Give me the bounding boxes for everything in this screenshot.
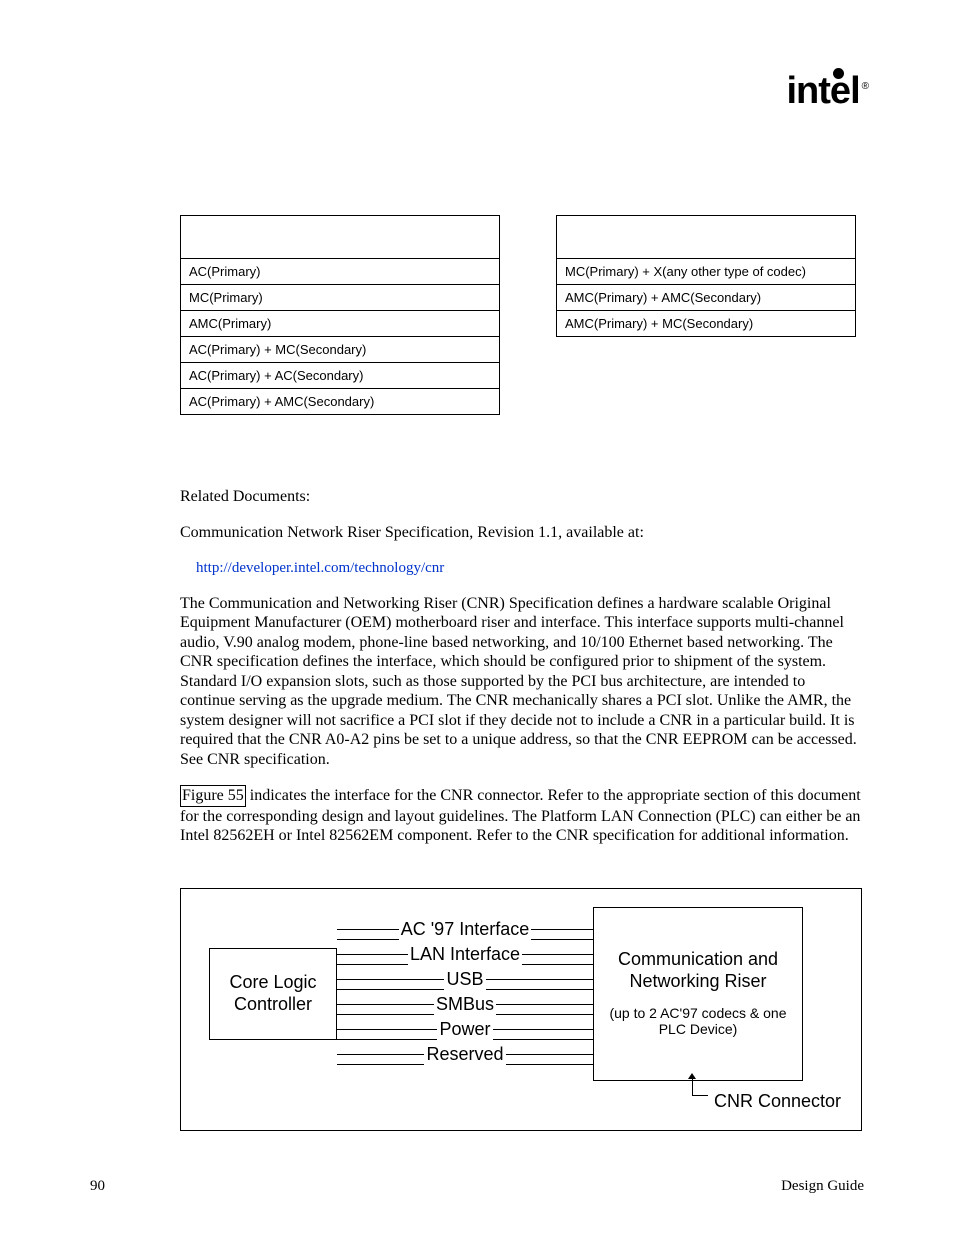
paragraph-2: Figure 55 indicates the interface for th… xyxy=(180,785,864,846)
core-logic-box: Core Logic Controller xyxy=(209,948,337,1040)
table-cell: AMC(Primary) xyxy=(181,311,500,337)
table-cell: MC(Primary) + X(any other type of codec) xyxy=(557,259,856,285)
port-label: USB xyxy=(444,969,485,990)
figure-reference-link[interactable]: Figure 55 xyxy=(180,785,246,807)
paragraph-1: The Communication and Networking Riser (… xyxy=(180,594,864,770)
cnr-spec-link[interactable]: http://developer.intel.com/technology/cn… xyxy=(196,559,444,577)
page-footer: 90 Design Guide xyxy=(90,1178,864,1195)
port-label: AC '97 Interface xyxy=(399,919,532,940)
intel-logo: intel® xyxy=(786,70,868,113)
body-text: Related Documents: Communication Network… xyxy=(180,487,864,862)
port-label: SMBus xyxy=(434,994,496,1015)
table-cell: AC(Primary) + AMC(Secondary) xyxy=(181,389,500,415)
table-cell: AMC(Primary) + AMC(Secondary) xyxy=(557,285,856,311)
footer-label: Design Guide xyxy=(781,1178,864,1195)
table-cell: AC(Primary) xyxy=(181,259,500,285)
table-cell: AMC(Primary) + MC(Secondary) xyxy=(557,311,856,337)
related-line: Communication Network Riser Specificatio… xyxy=(180,523,864,543)
document-page: intel® AC(Primary) MC(Primary) AMC(Prima… xyxy=(0,0,954,1235)
port-label: Power xyxy=(437,1019,492,1040)
cnr-connector-label: CNR Connector xyxy=(686,1091,841,1112)
valid-codec-table: AC(Primary) MC(Primary) AMC(Primary) AC(… xyxy=(180,215,500,415)
interface-ports: AC '97 Interface LAN Interface USB SMBus… xyxy=(337,919,593,1069)
related-heading: Related Documents: xyxy=(180,487,864,507)
port-label: LAN Interface xyxy=(408,944,522,965)
page-number: 90 xyxy=(90,1178,105,1195)
table-cell: MC(Primary) xyxy=(181,285,500,311)
port-label: Reserved xyxy=(424,1044,505,1065)
invalid-codec-table: MC(Primary) + X(any other type of codec)… xyxy=(556,215,856,337)
cnr-riser-box: Communication and Networking Riser (up t… xyxy=(593,907,803,1081)
cnr-interface-figure: Core Logic Controller AC '97 Interface L… xyxy=(180,888,862,1131)
codec-tables: AC(Primary) MC(Primary) AMC(Primary) AC(… xyxy=(180,215,864,415)
table-cell: AC(Primary) + AC(Secondary) xyxy=(181,363,500,389)
table-cell: AC(Primary) + MC(Secondary) xyxy=(181,337,500,363)
